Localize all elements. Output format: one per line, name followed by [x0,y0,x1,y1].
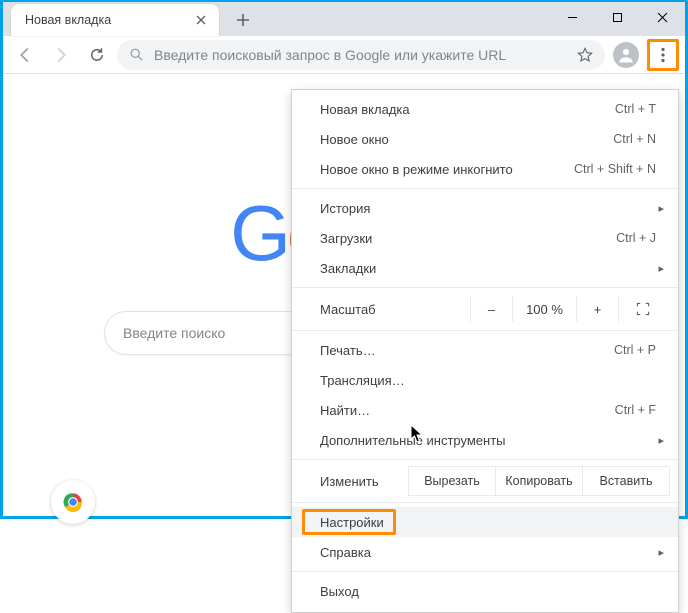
bookmark-star-icon[interactable] [577,47,593,63]
chevron-right-icon: ▸ [658,546,664,559]
omnibox-placeholder: Введите поисковый запрос в Google или ук… [154,47,567,63]
menu-separator [292,571,678,572]
edit-paste-button[interactable]: Вставить [582,466,670,496]
menu-separator [292,502,678,503]
zoom-in-button[interactable]: + [576,296,618,322]
reload-button[interactable] [81,39,113,71]
menu-separator [292,330,678,331]
profile-avatar[interactable] [613,42,639,68]
shortcut-chrome-icon[interactable] [51,480,95,524]
minimize-button[interactable] [550,2,595,32]
search-icon [129,47,144,62]
menu-item-help[interactable]: Справка ▸ [292,537,678,567]
menu-item-more-tools[interactable]: Дополнительные инструменты ▸ [292,425,678,455]
menu-item-new-window[interactable]: Новое окно Ctrl + N [292,124,678,154]
menu-item-cast[interactable]: Трансляция… [292,365,678,395]
browser-tab[interactable]: Новая вкладка [11,4,219,36]
new-tab-button[interactable] [229,6,257,34]
window-controls [550,2,685,32]
back-button[interactable] [9,39,41,71]
close-window-button[interactable] [640,2,685,32]
edit-copy-button[interactable]: Копировать [495,466,583,496]
menu-item-settings[interactable]: Настройки [292,507,678,537]
address-bar[interactable]: Введите поисковый запрос в Google или ук… [117,40,605,70]
menu-item-zoom: Масштаб – 100 % + [292,292,678,326]
menu-item-new-tab[interactable]: Новая вкладка Ctrl + T [292,94,678,124]
fullscreen-button[interactable] [618,296,666,322]
close-tab-icon[interactable] [193,12,209,28]
chevron-right-icon: ▸ [658,202,664,215]
menu-separator [292,287,678,288]
menu-item-edit: Изменить Вырезать Копировать Вставить [292,464,678,498]
menu-separator [292,459,678,460]
kebab-icon [656,47,670,63]
menu-item-print[interactable]: Печать… Ctrl + P [292,335,678,365]
menu-item-find[interactable]: Найти… Ctrl + F [292,395,678,425]
menu-item-downloads[interactable]: Загрузки Ctrl + J [292,223,678,253]
browser-toolbar: Введите поисковый запрос в Google или ук… [3,36,685,74]
menu-item-bookmarks[interactable]: Закладки ▸ [292,253,678,283]
window-titlebar: Новая вкладка [3,2,685,36]
menu-separator [292,188,678,189]
zoom-out-button[interactable]: – [470,296,512,322]
maximize-button[interactable] [595,2,640,32]
tab-title: Новая вкладка [25,13,193,27]
edit-cut-button[interactable]: Вырезать [408,466,496,496]
chevron-right-icon: ▸ [658,262,664,275]
zoom-value: 100 % [512,296,576,322]
menu-item-incognito[interactable]: Новое окно в режиме инкогнито Ctrl + Shi… [292,154,678,184]
forward-button[interactable] [45,39,77,71]
menu-item-history[interactable]: История ▸ [292,193,678,223]
main-menu-button[interactable] [647,39,679,71]
chevron-right-icon: ▸ [658,434,664,447]
main-menu-dropdown: Новая вкладка Ctrl + T Новое окно Ctrl +… [291,89,679,613]
menu-item-exit[interactable]: Выход [292,576,678,606]
search-placeholder: Введите поиско [123,325,225,341]
